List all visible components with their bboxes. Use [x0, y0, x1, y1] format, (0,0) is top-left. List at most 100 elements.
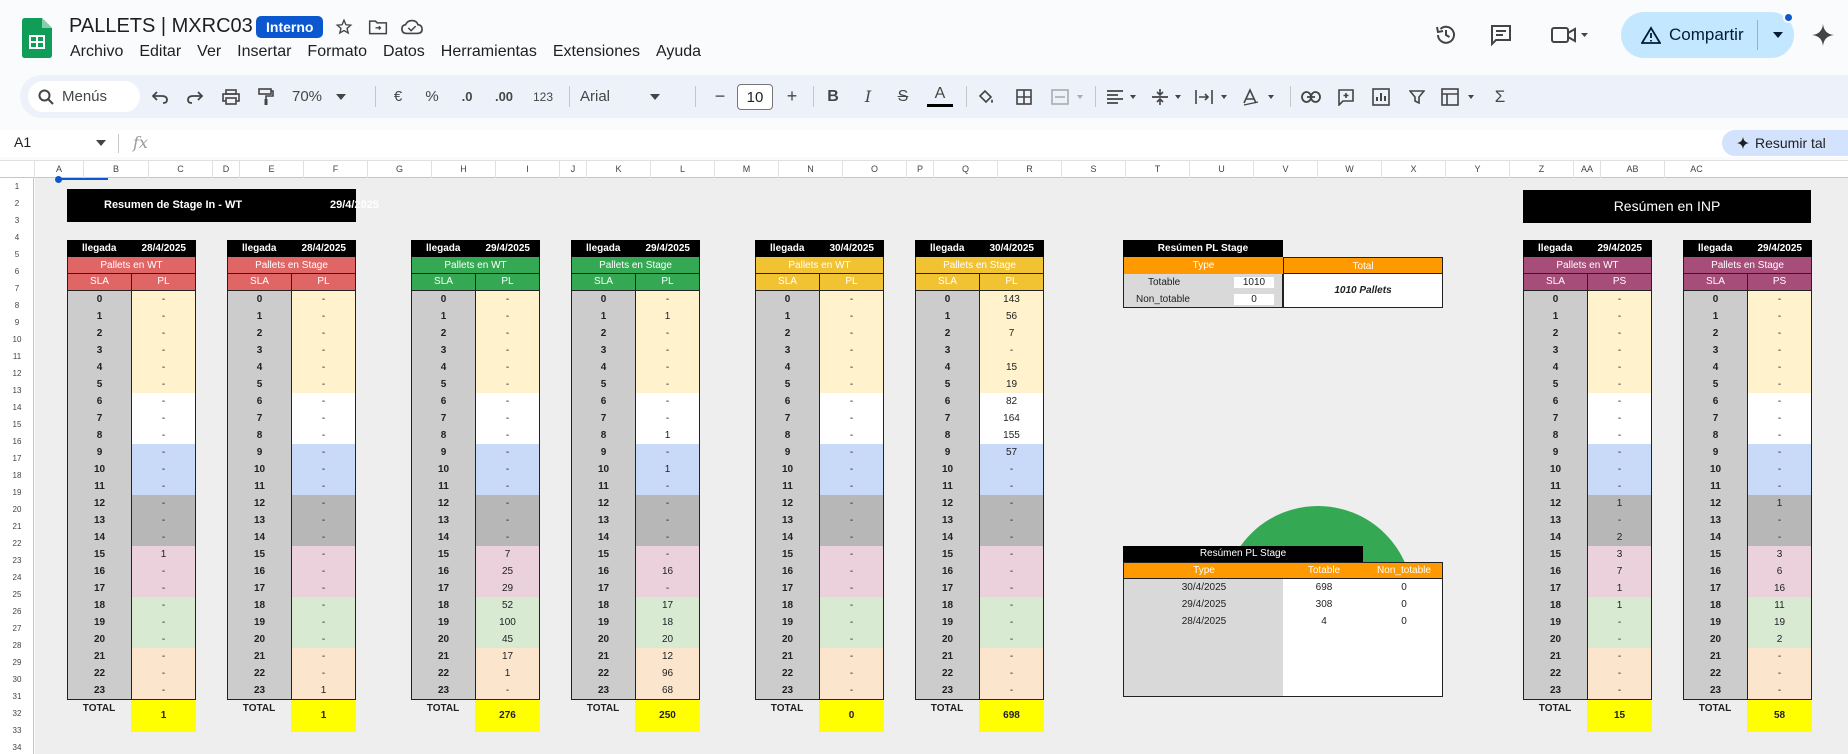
- sla-cell[interactable]: 16: [756, 563, 820, 580]
- value-cell[interactable]: -: [292, 444, 355, 461]
- sla-cell[interactable]: 23: [572, 682, 636, 699]
- functions-button[interactable]: Σ: [1490, 83, 1510, 110]
- sla-cell[interactable]: 16: [228, 563, 292, 580]
- value-cell[interactable]: -: [820, 563, 883, 580]
- sla-cell[interactable]: 1: [1524, 308, 1588, 325]
- menu-editar[interactable]: Editar: [139, 43, 181, 61]
- value-cell[interactable]: -: [1748, 325, 1811, 342]
- value-cell[interactable]: 1: [476, 665, 539, 682]
- column-header-cell[interactable]: U: [1189, 161, 1253, 178]
- total-value[interactable]: 250: [635, 700, 700, 732]
- sla-cell[interactable]: 1: [1684, 308, 1748, 325]
- column-header-cell[interactable]: H: [431, 161, 495, 178]
- value-cell[interactable]: -: [820, 427, 883, 444]
- value-cell[interactable]: -: [1588, 648, 1651, 665]
- sla-cell[interactable]: 5: [756, 376, 820, 393]
- sla-cell[interactable]: 11: [572, 478, 636, 495]
- sla-cell[interactable]: 9: [1684, 444, 1748, 461]
- value-cell[interactable]: -: [132, 308, 195, 325]
- value-cell[interactable]: -: [980, 614, 1043, 631]
- sla-cell[interactable]: 3: [572, 342, 636, 359]
- value-cell[interactable]: 68: [636, 682, 699, 699]
- sla-cell[interactable]: 2: [756, 325, 820, 342]
- sla-cell[interactable]: 21: [412, 648, 476, 665]
- sla-cell[interactable]: 17: [1684, 580, 1748, 597]
- row-header-cell[interactable]: 10: [0, 331, 34, 348]
- sla-cell[interactable]: 12: [916, 495, 980, 512]
- sla-cell[interactable]: 8: [916, 427, 980, 444]
- sla-cell[interactable]: 5: [1684, 376, 1748, 393]
- sla-cell[interactable]: 17: [412, 580, 476, 597]
- selection-handle[interactable]: [55, 176, 62, 183]
- value-cell[interactable]: 3: [1588, 546, 1651, 563]
- sla-cell[interactable]: 21: [1524, 648, 1588, 665]
- value-cell[interactable]: -: [636, 580, 699, 597]
- value-cell[interactable]: -: [1748, 410, 1811, 427]
- value-cell[interactable]: -: [820, 444, 883, 461]
- column-header-cell[interactable]: B: [83, 161, 148, 178]
- sla-cell[interactable]: 3: [756, 342, 820, 359]
- row-header-cell[interactable]: 17: [0, 450, 34, 467]
- sla-cell[interactable]: 13: [916, 512, 980, 529]
- row-header-cell[interactable]: 7: [0, 280, 34, 297]
- row-header-cell[interactable]: 24: [0, 569, 34, 586]
- value-cell[interactable]: -: [1748, 376, 1811, 393]
- sla-cell[interactable]: 12: [572, 495, 636, 512]
- sla-cell[interactable]: 1: [756, 308, 820, 325]
- value-cell[interactable]: -: [636, 444, 699, 461]
- value-cell[interactable]: -: [132, 512, 195, 529]
- merge-cells-icon[interactable]: [1050, 83, 1088, 110]
- sla-cell[interactable]: 15: [1684, 546, 1748, 563]
- sla-cell[interactable]: 6: [572, 393, 636, 410]
- value-cell[interactable]: -: [636, 546, 699, 563]
- sla-cell[interactable]: 4: [572, 359, 636, 376]
- value-cell[interactable]: -: [292, 580, 355, 597]
- sla-cell[interactable]: 22: [1684, 665, 1748, 682]
- sla-cell[interactable]: 4: [756, 359, 820, 376]
- value-cell[interactable]: -: [132, 682, 195, 699]
- column-header-cell[interactable]: L: [650, 161, 714, 178]
- value-cell[interactable]: -: [132, 410, 195, 427]
- value-cell[interactable]: 82: [980, 393, 1043, 410]
- row-header-cell[interactable]: 6: [0, 263, 34, 280]
- sla-cell[interactable]: 15: [228, 546, 292, 563]
- value-cell[interactable]: -: [980, 665, 1043, 682]
- sla-cell[interactable]: 12: [1524, 495, 1588, 512]
- value-cell[interactable]: -: [132, 342, 195, 359]
- menu-ayuda[interactable]: Ayuda: [656, 43, 701, 61]
- sla-cell[interactable]: 13: [68, 512, 132, 529]
- value-cell[interactable]: -: [980, 648, 1043, 665]
- value-cell[interactable]: -: [1748, 682, 1811, 699]
- total-value[interactable]: 1: [131, 700, 196, 732]
- decrease-font-size-icon[interactable]: −: [710, 83, 730, 110]
- sla-cell[interactable]: 12: [68, 495, 132, 512]
- value-cell[interactable]: -: [1748, 342, 1811, 359]
- row-header-cell[interactable]: 1: [0, 178, 34, 195]
- value-cell[interactable]: -: [1588, 461, 1651, 478]
- sla-cell[interactable]: 17: [756, 580, 820, 597]
- sla-cell[interactable]: 9: [228, 444, 292, 461]
- row-header-cell[interactable]: 31: [0, 688, 34, 705]
- value-cell[interactable]: -: [476, 393, 539, 410]
- sla-cell[interactable]: 13: [756, 512, 820, 529]
- value-cell[interactable]: 52: [476, 597, 539, 614]
- row-header-cell[interactable]: 3: [0, 212, 34, 229]
- sla-cell[interactable]: 1: [572, 308, 636, 325]
- value-cell[interactable]: -: [980, 478, 1043, 495]
- sla-cell[interactable]: 14: [1684, 529, 1748, 546]
- value-cell[interactable]: 15: [980, 359, 1043, 376]
- value-cell[interactable]: -: [820, 393, 883, 410]
- column-header-cell[interactable]: P: [906, 161, 933, 178]
- text-rotation-icon[interactable]: [1240, 83, 1280, 110]
- star-icon[interactable]: [332, 15, 356, 39]
- classification-badge[interactable]: Interno: [256, 16, 324, 38]
- sla-cell[interactable]: 9: [68, 444, 132, 461]
- row-header-cell[interactable]: 14: [0, 399, 34, 416]
- menu-formato[interactable]: Formato: [307, 43, 367, 61]
- value-cell[interactable]: -: [1588, 427, 1651, 444]
- value-cell[interactable]: 1: [1588, 597, 1651, 614]
- row-header-cell[interactable]: 8: [0, 297, 34, 314]
- value-cell[interactable]: -: [292, 563, 355, 580]
- sla-cell[interactable]: 22: [756, 665, 820, 682]
- value-cell[interactable]: 57: [980, 444, 1043, 461]
